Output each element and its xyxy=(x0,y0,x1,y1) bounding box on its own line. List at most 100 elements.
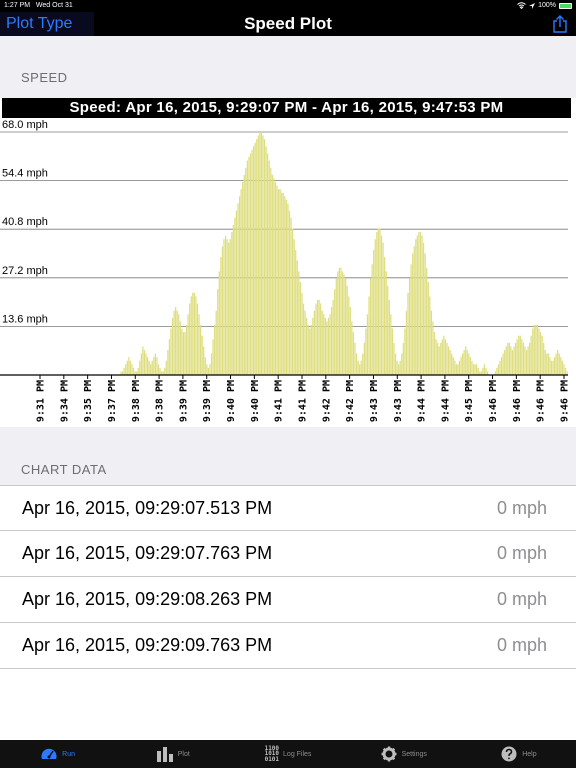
speed-bar xyxy=(159,367,161,375)
speed-bar xyxy=(176,310,178,375)
table-row[interactable]: Apr 16, 2015, 09:29:09.763 PM 0 mph xyxy=(0,623,576,669)
speed-bar xyxy=(561,360,564,375)
speed-bar xyxy=(388,299,390,375)
speed-bar xyxy=(285,199,287,375)
row-timestamp: Apr 16, 2015, 09:29:07.763 PM xyxy=(22,543,273,563)
speed-bar xyxy=(167,349,169,375)
tab-log-files[interactable]: 1100 1010 0101 Log Files xyxy=(230,740,345,768)
speed-bar xyxy=(214,324,216,375)
speed-bar xyxy=(354,342,356,375)
speed-bar xyxy=(156,357,158,375)
row-timestamp: Apr 16, 2015, 09:29:07.513 PM xyxy=(22,498,273,518)
speed-bar xyxy=(234,217,236,375)
speed-bar xyxy=(371,264,373,375)
speed-bar xyxy=(446,342,448,375)
tab-plot[interactable]: Plot xyxy=(115,740,230,768)
speed-bar xyxy=(231,232,233,375)
speed-bar xyxy=(220,257,222,375)
speed-bar xyxy=(184,332,186,375)
speed-bar xyxy=(196,303,199,375)
speed-bar xyxy=(385,271,387,375)
binary-icon-line: 0101 xyxy=(264,755,280,763)
speed-bar xyxy=(265,146,267,375)
speed-bar xyxy=(460,357,462,375)
row-timestamp: Apr 16, 2015, 09:29:09.763 PM xyxy=(22,635,273,655)
speed-bar xyxy=(187,314,189,375)
speed-bar xyxy=(458,360,461,375)
table-row[interactable]: Apr 16, 2015, 09:29:07.513 PM 0 mph xyxy=(0,485,576,531)
table-row[interactable]: Apr 16, 2015, 09:29:08.263 PM 0 mph xyxy=(0,577,576,623)
y-tick-label: 40.8 mph xyxy=(2,216,48,228)
speed-bar xyxy=(137,367,139,375)
tab-settings[interactable]: Settings xyxy=(346,740,461,768)
speed-bar xyxy=(514,342,517,375)
speed-bar xyxy=(226,239,228,375)
speed-bar xyxy=(332,299,334,375)
speed-bar xyxy=(179,321,181,375)
speed-bar xyxy=(529,342,531,375)
speed-bar xyxy=(393,342,395,375)
row-value: 0 mph xyxy=(496,498,547,518)
speed-bar xyxy=(157,364,160,375)
bar-chart-icon xyxy=(156,747,173,762)
speed-bar xyxy=(298,271,300,375)
row-value: 0 mph xyxy=(496,589,547,609)
speed-bar xyxy=(150,364,152,375)
speed-bar xyxy=(461,353,464,375)
speed-bar xyxy=(224,235,227,375)
speed-bar xyxy=(151,360,153,375)
speed-bar xyxy=(412,253,414,375)
tab-run[interactable]: Run xyxy=(0,740,115,768)
tab-run-label: Run xyxy=(62,750,76,758)
plot-type-button[interactable]: Plot Type xyxy=(0,12,94,36)
speed-bar xyxy=(248,157,250,375)
speed-bar xyxy=(242,182,244,375)
speed-bar xyxy=(291,228,294,375)
speed-bar xyxy=(511,349,514,375)
speed-chart-area: Speed: Apr 16, 2015, 9:29:07 PM - Apr 16… xyxy=(0,98,576,427)
speed-bar xyxy=(477,367,479,375)
speed-bar xyxy=(360,360,362,375)
speed-bar xyxy=(290,217,292,375)
speed-bar xyxy=(532,328,534,375)
speed-bar xyxy=(267,153,269,375)
speed-bar xyxy=(505,346,507,375)
speed-bar xyxy=(143,349,146,375)
speed-bar xyxy=(533,324,535,375)
speed-bar xyxy=(340,267,342,375)
tab-help[interactable]: Help xyxy=(461,740,576,768)
x-tick-label: 9:42 PM xyxy=(321,380,332,422)
speed-bar xyxy=(422,242,425,375)
speed-bar xyxy=(469,357,472,375)
speed-bar xyxy=(546,353,548,375)
x-tick-label: 9:41 PM xyxy=(274,380,285,422)
speed-bar xyxy=(365,328,367,375)
speed-bar xyxy=(181,328,183,375)
y-tick-label: 13.6 mph xyxy=(2,313,48,325)
speed-bar xyxy=(408,278,411,375)
speed-bar xyxy=(519,335,521,375)
speed-bar xyxy=(215,310,217,375)
battery-icon xyxy=(559,2,572,9)
speed-bar xyxy=(270,167,272,375)
speed-bar xyxy=(217,289,219,375)
speed-bar xyxy=(416,235,418,375)
table-row[interactable]: Apr 16, 2015, 09:29:07.763 PM 0 mph xyxy=(0,531,576,577)
speed-bar xyxy=(507,342,509,375)
chart-data-section-header: CHART DATA xyxy=(0,427,576,485)
speed-bar xyxy=(218,271,220,375)
speed-bar xyxy=(274,182,277,375)
speed-bar xyxy=(472,364,475,375)
x-tick-label: 9:46 PM xyxy=(536,380,547,422)
row-value: 0 mph xyxy=(496,635,547,655)
speed-bar xyxy=(421,235,423,375)
speed-bar xyxy=(346,285,348,375)
speed-bar xyxy=(198,314,200,375)
speed-bar xyxy=(443,335,445,375)
speed-bar xyxy=(195,296,197,375)
speed-bar xyxy=(563,364,565,375)
share-icon[interactable] xyxy=(552,15,568,33)
speed-bar xyxy=(538,328,540,375)
x-tick-label: 9:39 PM xyxy=(202,380,213,422)
speed-bar xyxy=(362,353,364,375)
